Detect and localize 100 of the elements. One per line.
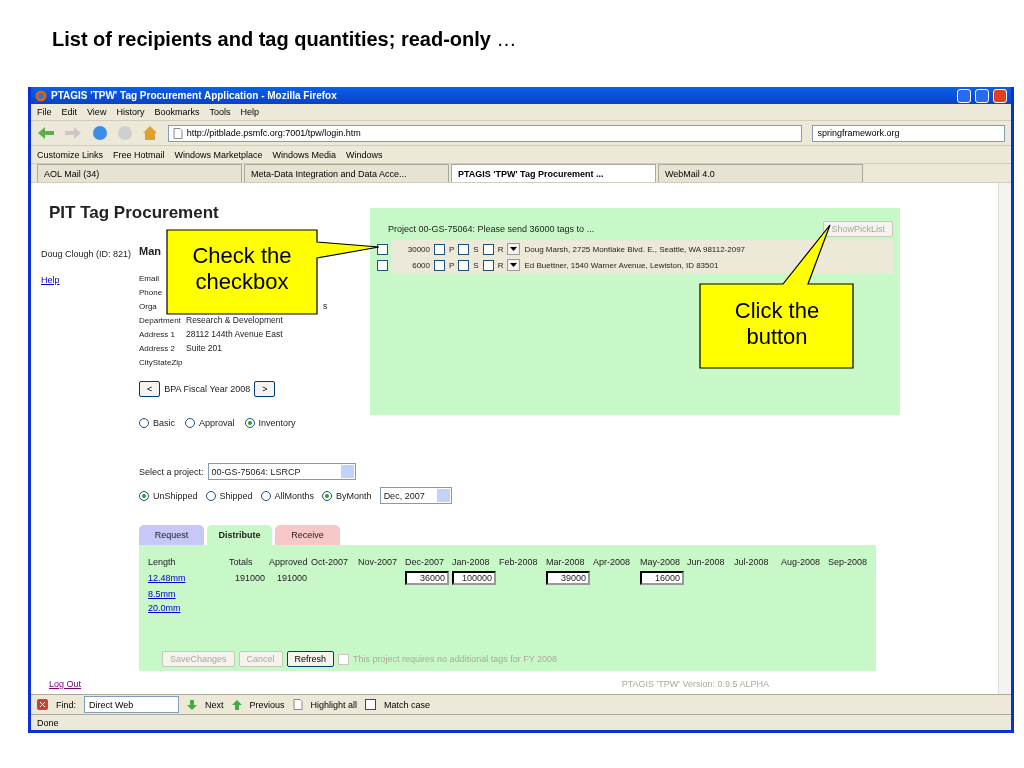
user-name: Doug Clough (ID: 821) bbox=[41, 249, 132, 259]
checkbox-label: This project requires no additional tags for FY 2008 bbox=[353, 654, 558, 664]
caret-icon bbox=[510, 263, 518, 267]
radio-button[interactable] bbox=[185, 418, 195, 428]
popup-message: Project 00-GS-75064: Please send 36000 tags to ... bbox=[388, 224, 595, 234]
menu-item[interactable]: Help bbox=[240, 107, 259, 117]
bookmark-item[interactable]: Free Hotmail bbox=[113, 149, 165, 160]
column-header: Mar-2008 bbox=[546, 557, 586, 567]
quantity-input[interactable]: 36000 bbox=[405, 571, 449, 585]
column-header: Jun-2008 bbox=[687, 557, 726, 567]
dropdown-button[interactable] bbox=[507, 259, 521, 271]
radio-button[interactable] bbox=[244, 418, 255, 428]
radio-label: ByMonth bbox=[336, 490, 372, 501]
quantity: 30000 bbox=[406, 244, 430, 254]
next-year-button[interactable]: > bbox=[254, 381, 276, 397]
length-link[interactable]: 8.5mm bbox=[148, 589, 176, 599]
bookmark-item[interactable]: Windows Media bbox=[272, 149, 337, 160]
callout-text: Check the checkbox bbox=[191, 243, 293, 295]
radio-button[interactable] bbox=[205, 490, 216, 501]
bookmark-item[interactable]: Customize Links bbox=[37, 149, 104, 160]
radio-button[interactable] bbox=[139, 418, 149, 428]
close-icon[interactable] bbox=[37, 699, 48, 710]
next-link[interactable]: Next bbox=[205, 699, 224, 710]
browser-tab[interactable]: AOL Mail (34) bbox=[37, 164, 242, 182]
help-link[interactable]: Help bbox=[41, 275, 60, 285]
match-case-checkbox[interactable] bbox=[365, 699, 377, 710]
section-tab[interactable]: Distribute bbox=[207, 525, 272, 545]
menu-item[interactable]: Tools bbox=[209, 107, 231, 117]
quantity-input[interactable]: 39000 bbox=[546, 571, 590, 585]
callout-text: Click the button bbox=[733, 298, 821, 350]
radio-label: AllMonths bbox=[274, 490, 315, 501]
flag-label: S bbox=[473, 260, 479, 270]
radio-button[interactable] bbox=[260, 490, 271, 501]
month-select[interactable]: Dec, 2007 bbox=[379, 487, 452, 504]
flag-checkbox[interactable] bbox=[434, 243, 445, 255]
status-text: Done bbox=[31, 714, 1011, 730]
radio-label: Approval bbox=[199, 418, 235, 428]
field-label: Address 1 bbox=[139, 329, 176, 339]
length-link[interactable]: 20.0mm bbox=[148, 603, 181, 613]
radio-button[interactable] bbox=[322, 490, 333, 501]
minimize-button[interactable] bbox=[957, 88, 971, 103]
window-title: PTAGIS 'TPW' Tag Procurement Application - Mozilla Firefox bbox=[51, 90, 337, 101]
down-arrow-icon bbox=[187, 699, 197, 710]
flag-checkbox[interactable] bbox=[458, 243, 470, 255]
recipient-checkbox[interactable] bbox=[377, 259, 388, 271]
bookmark-item[interactable]: Windows bbox=[346, 149, 383, 160]
recipient-address: Ed Buettner, 1540 Warner Avenue, Lewiston, ID 83501 bbox=[524, 260, 719, 270]
section-tab[interactable]: Receive bbox=[275, 525, 340, 545]
project-select[interactable]: 00-GS-75064: LSRCP bbox=[207, 463, 356, 480]
flag-checkbox[interactable] bbox=[482, 243, 494, 255]
field-label: Phone bbox=[139, 287, 163, 297]
flag-label: R bbox=[497, 244, 504, 254]
column-header: Oct-2007 bbox=[311, 557, 350, 567]
version-text: PTAGIS 'TPW' Version: 0.9.5 ALPHA bbox=[621, 679, 769, 689]
bookmark-item[interactable]: Windows Marketplace bbox=[174, 149, 263, 160]
recipient-address: Doug Marsh, 2725 Montlake Blvd. E., Seattle, WA 98112-2097 bbox=[524, 244, 746, 254]
radio-label: UnShipped bbox=[153, 490, 198, 501]
field-label: Orga bbox=[139, 301, 157, 311]
menu-item[interactable]: Bookmarks bbox=[154, 107, 200, 117]
action-button[interactable]: Refresh bbox=[286, 651, 335, 667]
logout-link[interactable]: Log Out bbox=[49, 679, 82, 689]
field-label: Email bbox=[139, 273, 159, 283]
field-value: Research & Development bbox=[186, 315, 283, 325]
previous-link[interactable]: Previous bbox=[249, 699, 285, 710]
browser-tab[interactable]: PTAGIS 'TPW' Tag Procurement ... bbox=[451, 164, 656, 182]
menu-item[interactable]: History bbox=[116, 107, 145, 117]
field-value: Suite 201 bbox=[186, 343, 222, 353]
search-field[interactable]: springframework.org bbox=[812, 124, 1005, 142]
flag-checkbox[interactable] bbox=[458, 259, 470, 271]
column-header: Approved bbox=[269, 557, 309, 567]
match-case-label: Match case bbox=[384, 699, 431, 710]
address-field[interactable]: http://pitblade.psmfc.org:7001/tpw/login.htm bbox=[167, 124, 803, 142]
find-field[interactable]: Direct Web bbox=[84, 696, 179, 713]
flag-label: S bbox=[473, 244, 479, 254]
quantity-input[interactable]: 100000 bbox=[452, 571, 496, 585]
section-tab[interactable]: Request bbox=[139, 525, 204, 545]
flag-checkbox[interactable] bbox=[434, 259, 445, 271]
menu-item[interactable]: Edit bbox=[61, 107, 78, 117]
browser-tab[interactable]: Meta-Data Integration and Data Acce... bbox=[244, 164, 449, 182]
flag-checkbox[interactable] bbox=[482, 259, 494, 271]
browser-tab[interactable]: WebMail 4.0 bbox=[658, 164, 863, 182]
radio-button[interactable] bbox=[139, 490, 149, 501]
page-icon bbox=[172, 127, 183, 139]
fiscal-year: BPA Fiscal Year 2008 bbox=[164, 384, 251, 394]
previous-year-button[interactable]: < bbox=[139, 381, 161, 397]
recipient-checkbox[interactable] bbox=[377, 243, 388, 255]
column-header: Jan-2008 bbox=[452, 557, 491, 567]
flag-label: P bbox=[449, 244, 455, 254]
length-link[interactable]: 12.48mm bbox=[148, 573, 186, 583]
menu-item[interactable]: File bbox=[37, 107, 52, 117]
maximize-button[interactable] bbox=[975, 88, 989, 103]
close-button[interactable] bbox=[993, 88, 1007, 103]
column-header: Length bbox=[148, 557, 177, 567]
dropdown-button[interactable] bbox=[507, 243, 521, 255]
menu-item[interactable]: View bbox=[87, 107, 107, 117]
radio-label: Shipped bbox=[219, 490, 253, 501]
quantity-input[interactable]: 16000 bbox=[640, 571, 684, 585]
highlight-all[interactable]: Highlight all bbox=[310, 699, 358, 710]
section-heading: Man bbox=[139, 245, 161, 257]
column-header: May-2008 bbox=[640, 557, 682, 567]
